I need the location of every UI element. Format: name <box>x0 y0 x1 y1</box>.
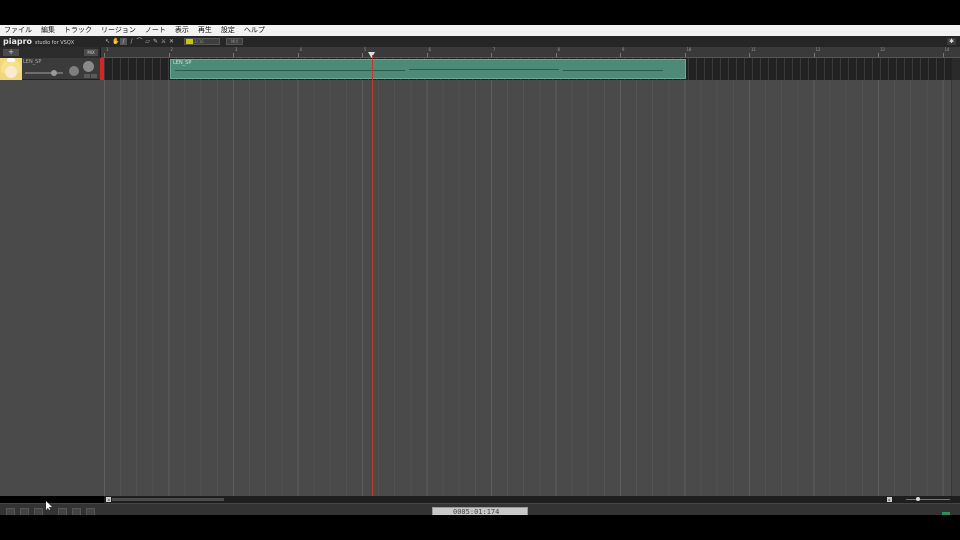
ruler-tick <box>297 53 299 57</box>
ruler-tick <box>104 53 105 57</box>
ruler-tick <box>426 53 428 57</box>
ruler-number: 5 <box>364 47 367 52</box>
track-header[interactable]: LEN_SP <box>0 58 101 80</box>
ruler-tick <box>168 53 170 57</box>
ruler-tick <box>362 53 363 57</box>
ruler-number: 12 <box>815 47 821 52</box>
pointer-icon[interactable]: ↖ <box>104 38 111 45</box>
zoom-slider[interactable] <box>906 499 950 500</box>
gear-icon[interactable]: ✱ <box>947 38 956 45</box>
toolbar: piapro studio for VSQX ↖ ✋ / / ⌒ ▱ ✎ ⚔ ✕… <box>0 36 960 47</box>
ruler-tick <box>813 53 815 57</box>
editor-left-panel <box>0 80 104 496</box>
ruler-number: 10 <box>686 47 692 52</box>
ruler-number: 1 <box>106 47 109 52</box>
menu-edit[interactable]: 編集 <box>41 25 55 36</box>
region-note <box>563 70 663 71</box>
app-logo: piapro studio for VSQX <box>3 37 104 46</box>
ruler-number: 14 <box>944 47 950 52</box>
ruler-tick <box>749 53 750 57</box>
logo-text: piapro <box>3 37 33 46</box>
mute-button[interactable] <box>84 74 90 78</box>
menu-file[interactable]: ファイル <box>4 25 32 36</box>
menu-note[interactable]: ノート <box>145 25 166 36</box>
ruler-number: 3 <box>235 47 238 52</box>
ruler-number: 6 <box>428 47 431 52</box>
solo-button[interactable] <box>91 74 97 78</box>
avatar-bow <box>7 58 15 62</box>
ruler-number: 9 <box>622 47 625 52</box>
ruler-tick <box>555 53 557 57</box>
timeline-ruler[interactable]: 1 2 3 4 5 6 7 8 9 10 11 12 13 14 <box>101 47 960 58</box>
avatar-face <box>5 66 17 78</box>
ruler-number: 13 <box>880 47 885 52</box>
ruler-tick <box>684 53 686 57</box>
volume-slider-handle[interactable] <box>50 70 57 76</box>
horizontal-scrollbar[interactable]: ◂ ▸ <box>104 496 894 503</box>
menu-track[interactable]: トラック <box>64 25 92 36</box>
menu-help[interactable]: ヘルプ <box>244 25 265 36</box>
knife-icon[interactable]: ⚔ <box>160 38 167 45</box>
ruler-tick <box>942 53 944 57</box>
track-list-header: + MIX <box>0 47 101 58</box>
ruler-tick <box>620 53 621 57</box>
menu-bar: ファイル 編集 トラック リージョン ノート 表示 再生 設定 ヘルプ <box>0 25 960 36</box>
add-track-button[interactable]: + <box>3 49 19 56</box>
menu-region[interactable]: リージョン <box>101 25 136 36</box>
cross-icon[interactable]: ✕ <box>168 38 175 45</box>
eraser-icon[interactable]: ▱ <box>144 38 151 45</box>
ruler-number: 11 <box>751 47 756 52</box>
ruler-number: 4 <box>299 47 302 52</box>
ruler-number: 8 <box>557 47 560 52</box>
logo-subtext: studio for VSQX <box>34 40 75 46</box>
ruler-number: 2 <box>170 47 173 52</box>
track-name: LEN_SP <box>23 59 42 65</box>
track-settings-button[interactable] <box>83 61 94 72</box>
scroll-right-icon[interactable]: ▸ <box>887 497 892 502</box>
mode-button[interactable]: MIX <box>226 38 243 45</box>
curve-icon[interactable]: ⌒ <box>136 38 143 45</box>
snap-value: 1/16 <box>194 39 204 44</box>
scroll-left-icon[interactable]: ◂ <box>106 497 111 502</box>
region-label: LEN_SP <box>173 60 192 66</box>
scroll-thumb[interactable] <box>112 498 224 501</box>
line-icon[interactable]: / <box>128 38 135 45</box>
vertical-scrollbar[interactable] <box>951 80 960 496</box>
pan-knob[interactable] <box>69 66 79 76</box>
track-menu-button[interactable]: MIX <box>84 49 98 56</box>
zoom-slider-handle[interactable] <box>916 497 920 501</box>
avatar <box>0 58 22 80</box>
pencil-icon[interactable]: / <box>120 38 127 45</box>
snap-indicator <box>186 39 193 44</box>
brush-icon[interactable]: ✎ <box>152 38 159 45</box>
bottom-bar <box>0 515 960 540</box>
region-note <box>409 69 559 70</box>
editor-grid[interactable] <box>104 80 951 496</box>
ruler-tick <box>491 53 492 57</box>
ruler-number: 7 <box>493 47 496 52</box>
region-note <box>175 70 405 71</box>
ruler-tick <box>233 53 234 57</box>
track-vertical-scrollbar[interactable] <box>952 58 960 80</box>
playhead-line <box>372 55 373 496</box>
zoom-control <box>894 496 960 503</box>
menu-settings[interactable]: 設定 <box>221 25 235 36</box>
snap-selector[interactable]: 1/16 <box>184 38 220 45</box>
region[interactable]: LEN_SP <box>170 59 686 79</box>
volume-slider[interactable] <box>25 72 63 74</box>
menu-view[interactable]: 表示 <box>175 25 189 36</box>
hand-icon[interactable]: ✋ <box>112 38 119 45</box>
ruler-tick <box>878 53 879 57</box>
menu-playback[interactable]: 再生 <box>198 25 212 36</box>
transport-bar: 0005:01:174 <box>0 503 960 516</box>
